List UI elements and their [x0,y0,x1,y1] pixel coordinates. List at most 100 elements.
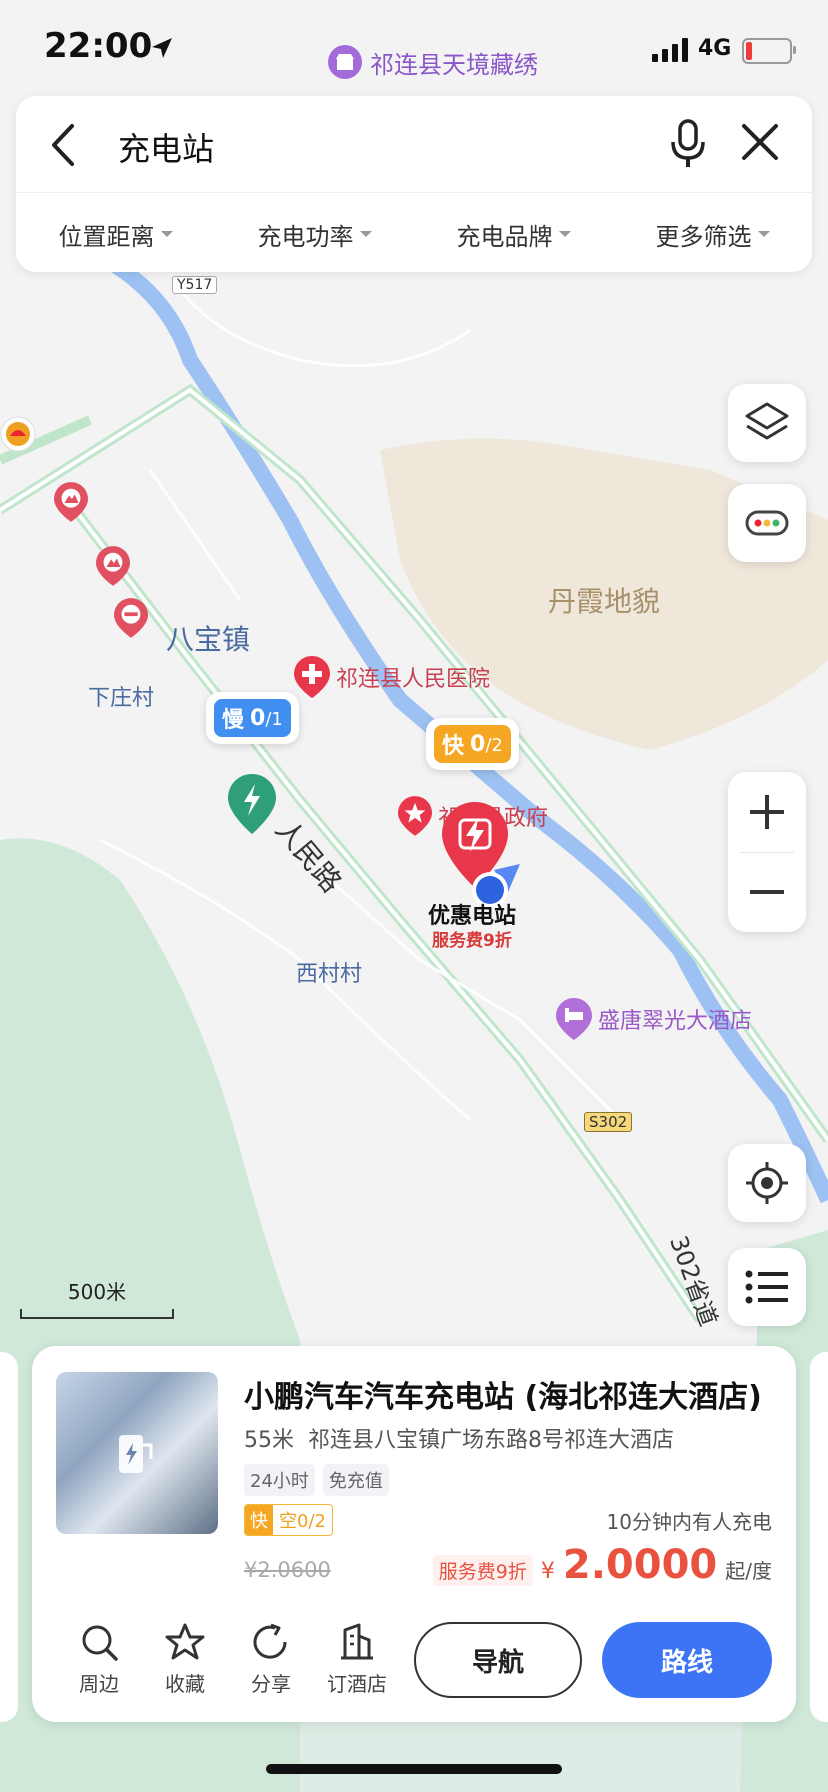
signal-icon [652,38,688,62]
share-label: 分享 [251,1672,291,1696]
map-scale: 500米 [20,1276,174,1319]
status-banner[interactable]: 祁连县天境藏绣 [328,42,538,82]
status-bar: 22:00 祁连县天境藏绣 4G [0,0,828,96]
station-location: 55米 祁连县八宝镇广场东路8号祁连大酒店 [244,1422,674,1454]
chevron-down-icon [558,231,571,237]
route-button[interactable]: 路线 [602,1622,772,1698]
hotel-icon [341,1623,373,1660]
tag-no-recharge: 免充值 [322,1464,389,1496]
zoom-out-button[interactable] [728,852,806,932]
search-divider [16,192,812,193]
fast-charger-bubble[interactable]: 快 0/2 [426,718,519,770]
scale-text: 500米 [67,1280,127,1304]
zoom-control [728,772,806,932]
slow-charger-bubble[interactable]: 慢 0/1 [206,692,299,744]
home-indicator[interactable] [266,1764,562,1774]
slow-charger-pin-icon[interactable] [226,772,278,836]
station-distance: 55米 [244,1428,294,1453]
hospital-pin-icon [294,656,330,698]
nearby-label: 周边 [79,1672,119,1696]
fast-count: 0/2 [470,731,503,757]
prev-card-peek[interactable] [0,1352,18,1722]
hotel-poi[interactable]: 盛唐翠光大酒店 [556,998,752,1040]
hotel-pin-icon [556,998,592,1040]
filter-more[interactable]: 更多筛选 [656,217,770,252]
hotel-label: 盛唐翠光大酒店 [598,1009,753,1034]
station-thumbnail [56,1372,218,1534]
list-icon [745,1270,788,1304]
fast-charger-tag: 快 0/2 [434,725,511,763]
plus-icon [750,795,784,829]
gas-station-icon[interactable] [0,416,36,456]
station-tags: 24小时 免充值 [244,1464,389,1496]
station-address: 祁连县八宝镇广场东路8号祁连大酒店 [308,1428,674,1453]
chevron-down-icon [359,231,372,237]
government-pin-icon [398,796,432,836]
fast-charger-status: 快 空0/2 [244,1504,333,1536]
xiazhuang-label: 下庄村 [88,686,155,711]
road-s302-label: S302 [584,1112,633,1132]
traffic-icon [745,510,789,536]
location-arrow-icon [152,38,172,58]
battery-icon [742,38,796,64]
babao-label: 八宝镇 [166,623,251,656]
locate-icon [746,1162,788,1204]
filter-bar: 位置距离 充电功率 充电品牌 更多筛选 [16,204,812,264]
charger-icon [119,1435,153,1473]
price-currency: ¥ [540,1559,555,1584]
station-title: 小鹏汽车汽车充电站 (海北祁连大酒店) [244,1380,762,1415]
zoom-in-button[interactable] [728,772,806,852]
promo-badge: 服务费9折 [432,1555,533,1586]
traffic-button[interactable] [728,484,806,562]
share-button[interactable]: 分享 [228,1622,314,1697]
nearby-button[interactable]: 周边 [56,1622,142,1697]
chevron-down-icon [160,231,173,237]
layers-icon [745,402,789,440]
station-card[interactable]: 小鹏汽车汽车充电站 (海北祁连大酒店) 55米 祁连县八宝镇广场东路8号祁连大酒… [32,1346,796,1722]
selected-station-promo: 服务费9折 [432,931,512,951]
share-icon [253,1623,287,1659]
original-price: ¥2.0600 [244,1558,331,1582]
book-hotel-label: 订酒店 [327,1672,387,1696]
microphone-icon[interactable] [668,118,708,170]
danxia-label: 丹霞地貌 [548,585,661,618]
road-y517-label: Y517 [172,276,218,294]
fast-availability: 空0/2 [279,1511,326,1532]
scale-bar [20,1309,174,1319]
scenic-spot-icon[interactable] [54,482,88,522]
tag-24h: 24小时 [244,1464,315,1496]
scenic-spot-icon-2[interactable] [96,546,130,586]
slow-charger-tag: 慢 0/1 [214,699,291,737]
status-time: 22:00 [44,26,153,66]
next-card-peek[interactable] [810,1352,828,1722]
filter-power[interactable]: 充电功率 [258,217,372,252]
minus-icon [750,890,784,894]
book-hotel-button[interactable]: 订酒店 [314,1622,400,1697]
search-input[interactable]: 充电站 [118,124,214,170]
slow-count: 0/1 [250,705,283,731]
search-icon [82,1625,118,1661]
network-type: 4G [698,36,732,61]
no-entry-icon[interactable] [114,598,148,638]
list-button[interactable] [728,1248,806,1326]
shop-icon [328,45,362,79]
favorite-button[interactable]: 收藏 [142,1622,228,1697]
filter-distance[interactable]: 位置距离 [59,217,173,252]
locate-button[interactable] [728,1144,806,1222]
wait-estimate: 10分钟内有人充电 [606,1510,772,1534]
action-bar: 周边 收藏 分享 订酒店 [56,1622,400,1697]
price-value: 2.0000 [562,1542,718,1588]
hospital-poi[interactable]: 祁连县人民医院 [294,656,490,698]
navigate-button[interactable]: 导航 [414,1622,582,1698]
fast-type: 快 [442,734,465,759]
xicun-label: 西村村 [296,962,363,987]
price-unit: 起/度 [725,1559,772,1583]
search-card: 充电站 位置距离 充电功率 充电品牌 更多筛选 [16,96,812,272]
filter-brand[interactable]: 充电品牌 [457,217,571,252]
hospital-label: 祁连县人民医院 [336,667,491,692]
chevron-down-icon [757,231,770,237]
fast-label: 快 [245,1505,273,1535]
layers-button[interactable] [728,384,806,462]
back-icon[interactable] [44,120,84,170]
close-icon[interactable] [740,122,780,162]
